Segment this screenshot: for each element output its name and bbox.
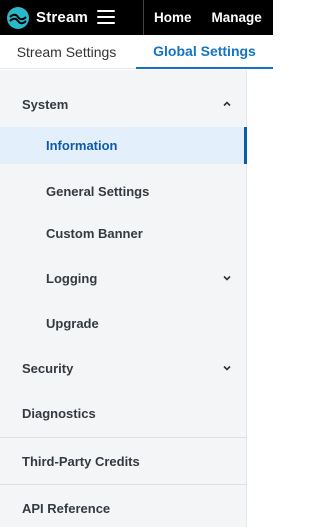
sidebar-item-diagnostics[interactable]: Diagnostics: [0, 391, 247, 435]
chevron-up-icon: [221, 98, 233, 110]
sidebar-item-label: Logging: [46, 270, 98, 286]
nav-manage-link[interactable]: Manage: [202, 10, 272, 25]
sidebar-item-label: Security: [22, 360, 74, 376]
chevron-down-icon: [221, 272, 233, 284]
sidebar-item-upgrade[interactable]: Upgrade: [0, 301, 247, 345]
sidebar-item-api-reference[interactable]: API Reference: [0, 485, 247, 531]
stream-logo-icon: [6, 6, 30, 30]
sidebar-item-label: API Reference: [22, 500, 111, 516]
sidebar-item-label: Information: [46, 138, 118, 153]
sidebar-item-general-settings[interactable]: General Settings: [0, 170, 247, 212]
sidebar-item-information[interactable]: Information: [0, 127, 247, 164]
tab-global-settings[interactable]: Global Settings: [136, 35, 273, 69]
settings-tabs: Stream Settings Global Settings: [0, 35, 273, 69]
brand[interactable]: Stream: [0, 0, 88, 35]
sidebar-item-logging[interactable]: Logging: [0, 256, 247, 300]
sidebar-item-label: Custom Banner: [46, 225, 143, 241]
sidebar-item-label: Upgrade: [46, 315, 99, 331]
chevron-down-icon: [221, 362, 233, 374]
brand-name: Stream: [36, 9, 89, 26]
sidebar-item-label: General Settings: [46, 183, 150, 199]
nav-home-link[interactable]: Home: [144, 10, 202, 25]
sidebar-item-custom-banner[interactable]: Custom Banner: [0, 212, 247, 254]
sidebar-item-third-party-credits[interactable]: Third-Party Credits: [0, 438, 247, 484]
top-nav: Home Manage: [144, 0, 272, 35]
active-indicator: [244, 127, 247, 164]
settings-sidebar: System Information General Settings Cust…: [0, 70, 247, 527]
hamburger-menu-icon[interactable]: [97, 7, 119, 27]
tab-stream-settings[interactable]: Stream Settings: [0, 35, 133, 69]
top-bar: Stream Home Manage: [0, 0, 273, 35]
sidebar-item-label: Diagnostics: [22, 405, 96, 421]
sidebar-item-system[interactable]: System: [0, 82, 247, 126]
sidebar-item-label: System: [22, 96, 69, 112]
sidebar-item-label: Third-Party Credits: [22, 453, 140, 469]
sidebar-item-security[interactable]: Security: [0, 346, 247, 390]
